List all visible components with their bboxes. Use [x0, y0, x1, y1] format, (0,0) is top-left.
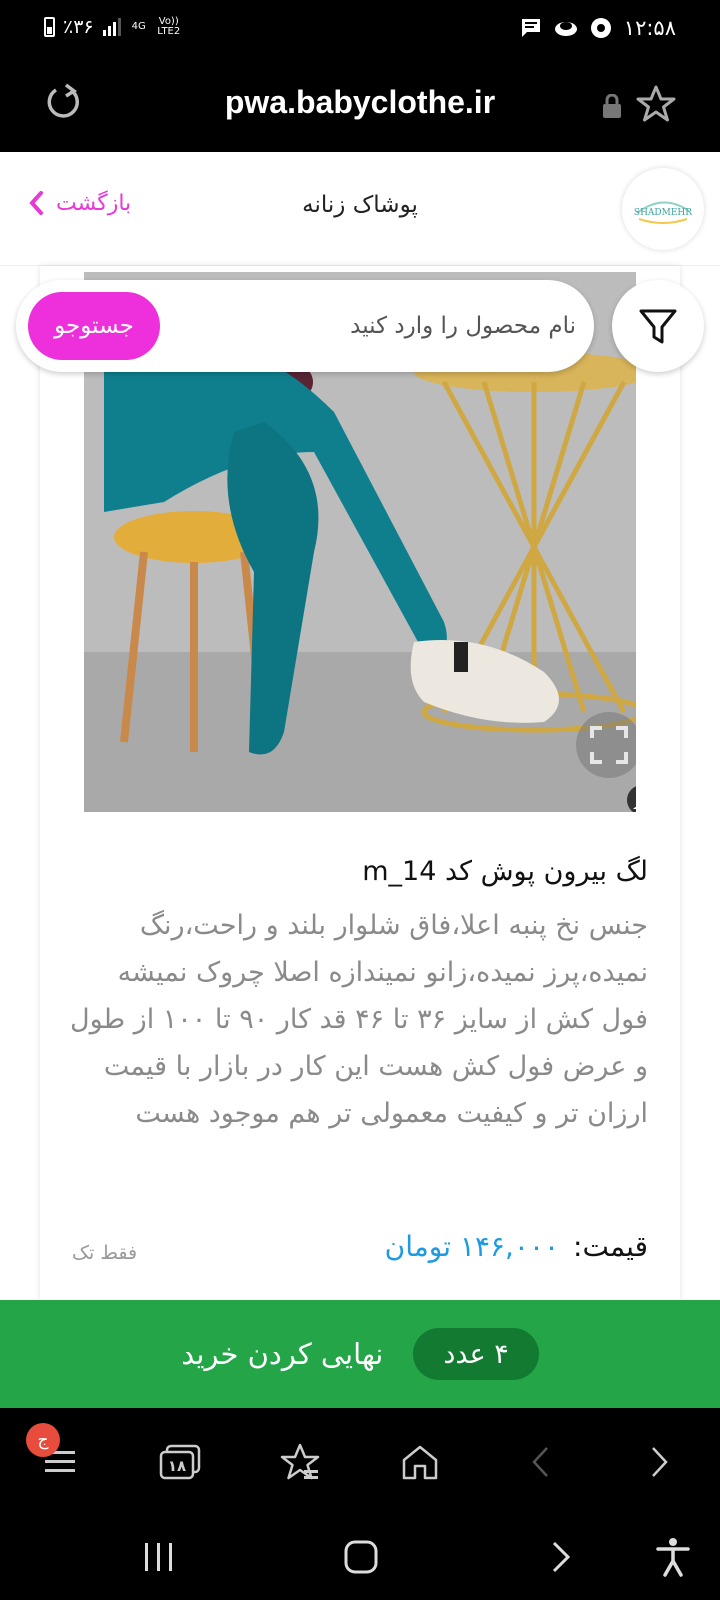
search-bar: جستوجو: [16, 280, 594, 372]
battery-icon: [44, 17, 55, 37]
battery-level: ٪۳۶: [63, 16, 94, 38]
chrome-icon: [590, 18, 611, 38]
back-label: بازگشت: [56, 190, 132, 216]
tabs-button[interactable]: ۱۸: [152, 1434, 208, 1490]
back-system-button[interactable]: [536, 1532, 586, 1582]
accessibility-button[interactable]: [648, 1532, 698, 1582]
lock-icon: [603, 94, 621, 118]
tabs-count: ۱۸: [168, 1457, 186, 1475]
home-icon: [402, 1445, 438, 1480]
chevron-left-icon: [532, 1447, 548, 1477]
filter-button[interactable]: [612, 280, 704, 372]
back-button[interactable]: بازگشت: [28, 190, 131, 216]
chevron-right-icon: [652, 1447, 668, 1477]
home-system-button[interactable]: [336, 1532, 386, 1582]
price-value: ۱۴۶,۰۰۰ تومان: [384, 1230, 560, 1263]
sale-note: فقط تک: [72, 1242, 138, 1264]
forward-nav-button[interactable]: [632, 1434, 688, 1490]
chevron-left-icon: [29, 191, 43, 215]
recent-apps-icon: [145, 1543, 172, 1571]
search-button[interactable]: جستوجو: [28, 292, 160, 360]
home-square-icon: [344, 1540, 378, 1574]
product-title: لگ بیرون پوش کد m_14: [362, 856, 648, 887]
app-notification-icon: [554, 22, 577, 36]
logo-wordmark: SHADMEHR: [634, 208, 692, 218]
signal-icon: [102, 18, 121, 36]
menu-notification-badge: ج: [26, 1423, 60, 1457]
price-row: قیمت: ۱۴۶,۰۰۰ تومان: [385, 1230, 648, 1263]
network-volte-label: Vo)) LTE2: [157, 16, 181, 37]
product-card: لگ بیرون پوش کد m_14 جنس نخ پنبه اعلا،فا…: [40, 266, 680, 1300]
network-4g-label: 4G: [131, 21, 146, 32]
fullscreen-button[interactable]: [576, 712, 636, 778]
user-avatar-icon[interactable]: [626, 784, 636, 812]
page-title: پوشاک زنانه: [302, 192, 418, 218]
tabs-icon: ۱۸: [159, 1444, 201, 1480]
cart-count-badge: ۴ عدد: [413, 1328, 539, 1380]
logo-image: SHADMEHR: [634, 201, 692, 224]
filter-icon: [639, 309, 677, 344]
bookmark-star-icon[interactable]: [636, 84, 676, 124]
price-label: قیمت:: [573, 1230, 648, 1263]
bookmarks-button[interactable]: [272, 1434, 328, 1490]
system-nav-bar: [0, 1514, 720, 1600]
back-nav-button[interactable]: [512, 1434, 568, 1490]
status-bar: ٪۳۶ 4G Vo)) LTE2 ۱۲:۵۸: [0, 0, 720, 58]
search-input[interactable]: [166, 304, 576, 348]
clock: ۱۲:۵۸: [623, 16, 676, 40]
accessibility-icon: [656, 1538, 690, 1577]
message-icon: [521, 19, 540, 37]
browser-address-bar: pwa.babyclothe.ir: [0, 58, 720, 152]
checkout-bar[interactable]: نهایی کردن خرید ۴ عدد: [0, 1300, 720, 1408]
bookmarks-star-icon: [280, 1443, 320, 1480]
site-logo[interactable]: SHADMEHR: [622, 168, 704, 250]
home-button[interactable]: [392, 1434, 448, 1490]
fullscreen-icon: [590, 726, 628, 764]
recent-apps-button[interactable]: [134, 1532, 184, 1582]
product-description: جنس نخ پنبه اعلا،فاق شلوار بلند و راحت،ر…: [70, 910, 648, 1129]
checkout-label[interactable]: نهایی کردن خرید: [181, 1337, 383, 1371]
browser-bottom-nav: ج ۱۸: [0, 1408, 720, 1514]
site-header: بازگشت پوشاک زنانه SHADMEHR: [0, 152, 720, 266]
chevron-right-icon: [552, 1541, 571, 1573]
